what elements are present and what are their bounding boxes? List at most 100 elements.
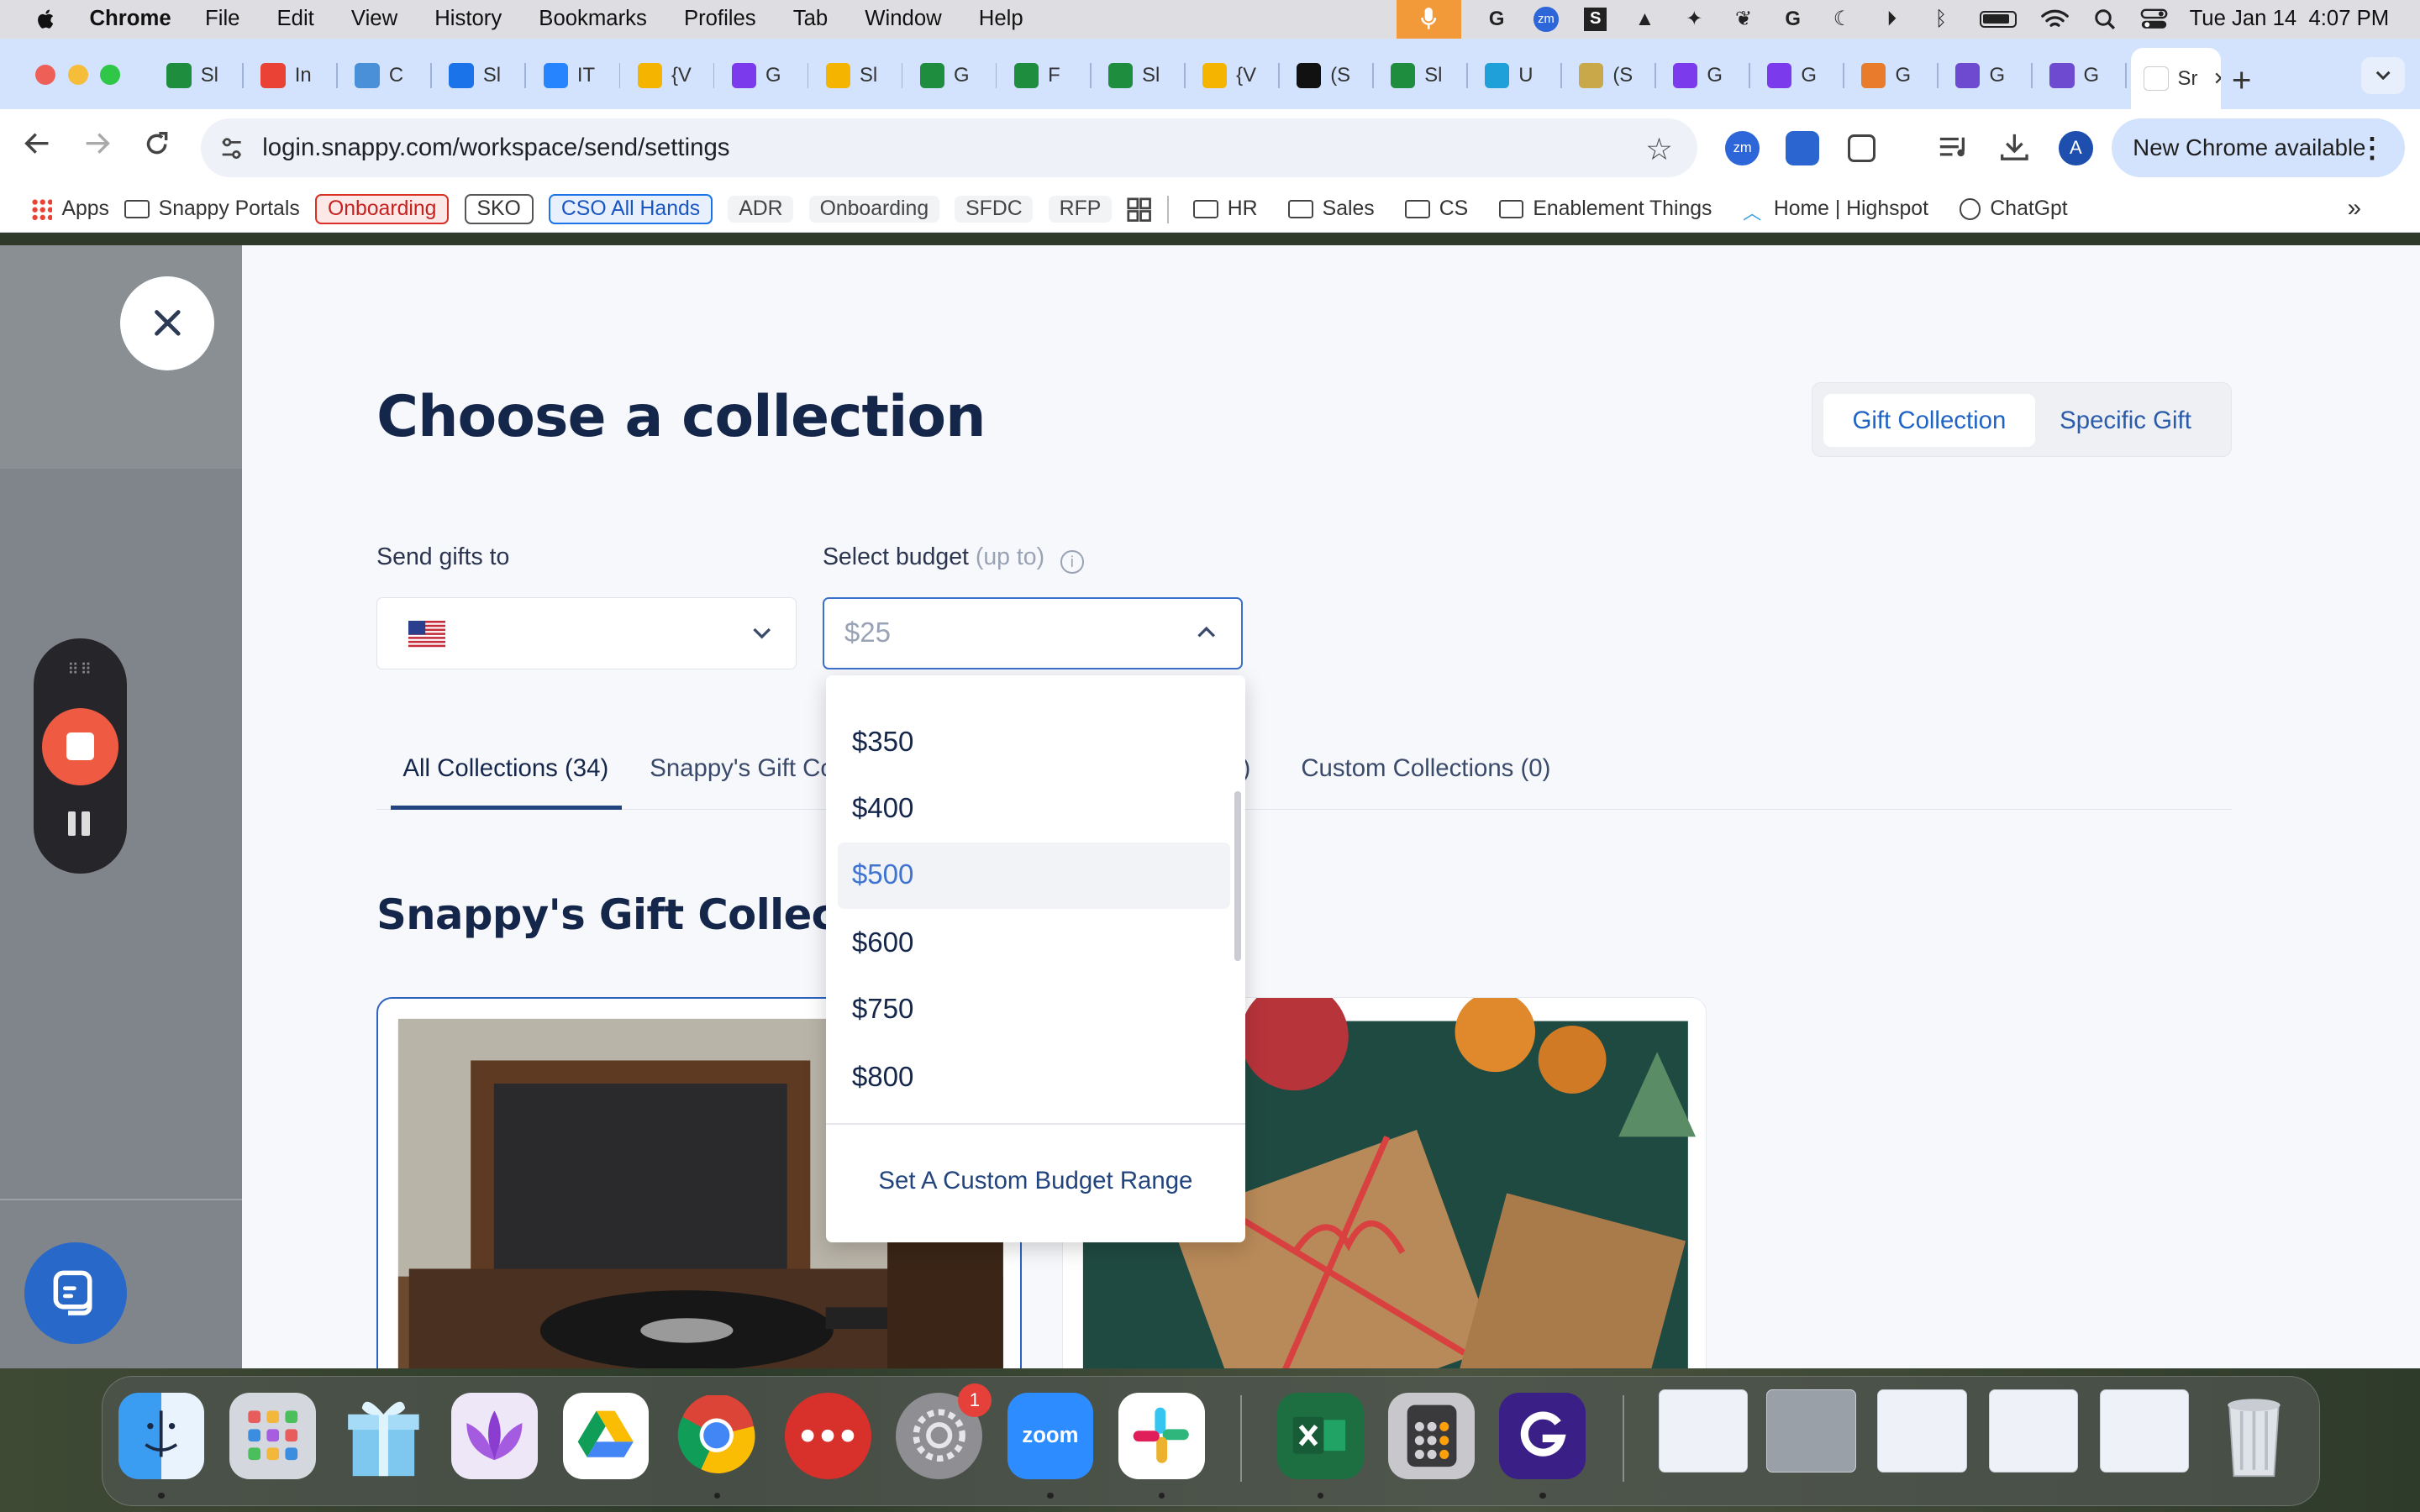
- menu-help[interactable]: Help: [979, 7, 1023, 31]
- browser-tab[interactable]: G: [1943, 51, 2033, 101]
- browser-tab[interactable]: G: [1754, 51, 1844, 101]
- budget-select[interactable]: $25: [822, 596, 1243, 670]
- zoom-app-icon[interactable]: zoom: [1007, 1392, 1094, 1479]
- bookmark-adr[interactable]: ADR: [728, 196, 794, 223]
- battery-icon[interactable]: [1976, 7, 2019, 31]
- menu-window[interactable]: Window: [865, 7, 941, 31]
- minimized-window-thumbnail[interactable]: [2099, 1389, 2190, 1473]
- calculator-icon[interactable]: [1388, 1392, 1476, 1479]
- browser-tab[interactable]: C: [343, 51, 433, 101]
- window-close-button[interactable]: [35, 65, 56, 85]
- downloads-icon[interactable]: [1999, 133, 2033, 166]
- gift-collection-toggle-button[interactable]: Gift Collection: [1823, 394, 2035, 447]
- back-arrow-icon[interactable]: [24, 131, 51, 163]
- menu-view[interactable]: View: [351, 7, 397, 31]
- control-center-icon[interactable]: [2140, 7, 2168, 31]
- bookmark-onboarding-gray[interactable]: Onboarding: [808, 196, 939, 223]
- browser-tab[interactable]: Sl: [813, 51, 903, 101]
- tab-all-collections[interactable]: All Collections (34): [402, 754, 608, 783]
- browser-tab[interactable]: G: [2037, 51, 2127, 101]
- site-settings-icon[interactable]: [219, 136, 244, 160]
- finder-icon[interactable]: [118, 1392, 205, 1479]
- browser-tab-active[interactable]: Sr ✕: [2131, 47, 2221, 110]
- gift-app-icon[interactable]: [340, 1393, 427, 1479]
- address-bar[interactable]: login.snappy.com/workspace/send/settings…: [200, 118, 1698, 178]
- s-app-icon[interactable]: S: [1581, 7, 1609, 31]
- browser-tab[interactable]: F: [1002, 51, 1092, 101]
- menu-app-name[interactable]: Chrome: [90, 7, 171, 31]
- browser-tab[interactable]: Sl: [1378, 51, 1468, 101]
- menu-tab[interactable]: Tab: [793, 7, 828, 31]
- browser-tab[interactable]: Sl: [1096, 51, 1186, 101]
- bookmark-rfp[interactable]: RFP: [1048, 196, 1113, 223]
- browser-tab[interactable]: (S: [1566, 51, 1656, 101]
- window-zoom-button[interactable]: [100, 65, 121, 85]
- budget-option[interactable]: $750: [838, 977, 1230, 1043]
- browser-tab[interactable]: Sl: [437, 51, 527, 101]
- pause-recording-button[interactable]: [67, 811, 92, 837]
- media-controls-icon[interactable]: [1939, 134, 1972, 168]
- bookmark-cso-all-hands[interactable]: CSO All Hands: [549, 194, 713, 225]
- bookmark-apps[interactable]: Apps: [30, 197, 109, 221]
- lotus-app-icon[interactable]: [451, 1392, 539, 1479]
- g-app-dock-icon[interactable]: [1499, 1392, 1586, 1479]
- plant-icon[interactable]: ❦: [1729, 7, 1757, 31]
- launchpad-icon[interactable]: [229, 1392, 316, 1479]
- menu-edit[interactable]: Edit: [277, 7, 314, 31]
- browser-tab[interactable]: G: [908, 51, 997, 101]
- dropdown-scrollbar[interactable]: [1234, 791, 1241, 962]
- drive-tray-icon[interactable]: ▲: [1631, 7, 1659, 31]
- browser-tab[interactable]: G: [1660, 51, 1750, 101]
- bookmark-folder-enablement[interactable]: Enablement Things: [1498, 197, 1712, 221]
- browser-tab[interactable]: IT: [531, 51, 621, 101]
- url-text[interactable]: login.snappy.com/workspace/send/settings: [262, 134, 729, 162]
- extensions-puzzle-icon[interactable]: [1847, 134, 1876, 162]
- messaging-app-icon[interactable]: [785, 1392, 871, 1479]
- support-chat-button[interactable]: [24, 1242, 127, 1344]
- microphone-icon[interactable]: [1396, 0, 1461, 39]
- bookmark-sko[interactable]: SKO: [464, 194, 534, 225]
- bookmark-star-icon[interactable]: ☆: [1645, 131, 1673, 167]
- browser-tab[interactable]: G: [1849, 51, 1939, 101]
- window-minimize-button[interactable]: [67, 65, 88, 85]
- budget-option[interactable]: $350: [838, 710, 1230, 776]
- browser-tab[interactable]: U: [1472, 51, 1562, 101]
- bookmark-tab-groups-icon[interactable]: [1127, 197, 1152, 222]
- menu-bar-clock[interactable]: Tue Jan 14 4:07 PM: [2190, 7, 2390, 31]
- minimized-window-thumbnail[interactable]: [1658, 1389, 1749, 1473]
- budget-option[interactable]: $500: [838, 842, 1230, 909]
- trash-icon[interactable]: [2211, 1393, 2297, 1479]
- minimized-window-thumbnail[interactable]: [1877, 1389, 1967, 1473]
- g-tray-icon[interactable]: G: [1779, 7, 1807, 31]
- close-tab-icon[interactable]: ✕: [2213, 68, 2221, 90]
- bookmark-chatgpt[interactable]: ChatGpt: [1959, 197, 2068, 221]
- excel-icon[interactable]: [1276, 1392, 1364, 1479]
- info-icon[interactable]: i: [1060, 550, 1084, 574]
- kebab-menu-icon[interactable]: ⋮: [2358, 131, 2386, 165]
- more-bookmarks-chevron-icon[interactable]: »: [2348, 194, 2361, 223]
- close-button[interactable]: [120, 276, 215, 370]
- system-settings-icon[interactable]: 1: [896, 1383, 992, 1479]
- drag-handle-icon[interactable]: ⠿⠿: [66, 660, 94, 679]
- country-select[interactable]: [376, 596, 797, 670]
- set-custom-budget-range-button[interactable]: Set A Custom Budget Range: [826, 1167, 1246, 1195]
- chrome-icon[interactable]: [674, 1393, 760, 1479]
- new-chrome-available-button[interactable]: New Chrome available ⋮: [2111, 118, 2405, 178]
- profile-avatar[interactable]: A: [2059, 131, 2093, 165]
- browser-tab[interactable]: Sl: [155, 51, 245, 101]
- budget-option[interactable]: $600: [838, 911, 1230, 977]
- zoom-tray-icon[interactable]: zm: [1532, 7, 1560, 32]
- bookmark-onboarding-red[interactable]: Onboarding: [315, 194, 450, 225]
- spotlight-search-icon[interactable]: [2091, 7, 2118, 31]
- apple-menu-icon[interactable]: [34, 7, 58, 31]
- menu-profiles[interactable]: Profiles: [684, 7, 756, 31]
- menu-history[interactable]: History: [434, 7, 502, 31]
- tab-search-chevron-icon[interactable]: [2361, 56, 2405, 95]
- budget-option[interactable]: $800: [838, 1044, 1230, 1110]
- bookmark-highspot[interactable]: ︿ Home | Highspot: [1743, 197, 1928, 223]
- minimized-window-thumbnail[interactable]: [1766, 1389, 1856, 1473]
- zoom-extension-icon[interactable]: zm: [1725, 131, 1760, 165]
- wifi-icon[interactable]: [2041, 7, 2070, 31]
- bookmark-folder-cs[interactable]: CS: [1405, 197, 1468, 221]
- new-tab-plus-icon[interactable]: +: [2232, 60, 2252, 100]
